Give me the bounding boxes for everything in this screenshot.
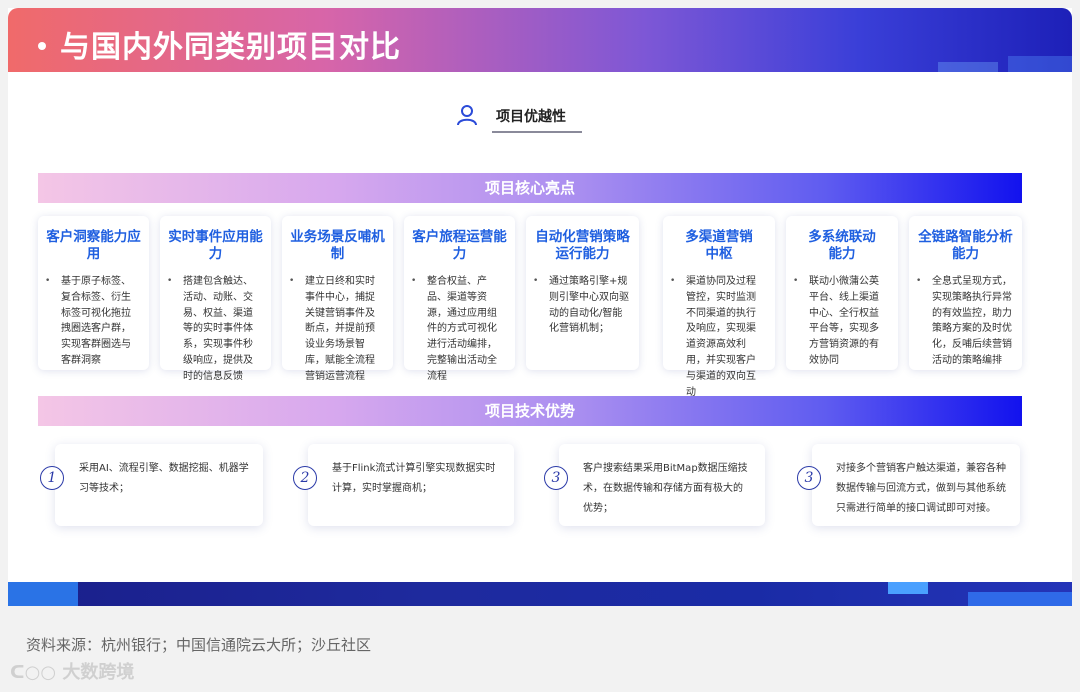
number-badge: 2 (293, 466, 317, 490)
title-decoration (1008, 56, 1072, 72)
title-decoration (938, 62, 998, 72)
highlight-body: • 联动小微蒲公英平台、线上渠道中心、全行权益平台等，实现多方营销资源的有效协同 (793, 276, 879, 366)
superiority-header: 项目优越性 (456, 104, 616, 134)
bullet-icon: • (167, 276, 173, 286)
advantage-card: 对接多个营销客户触达渠道，兼容各种数据传输与回流方式，做到与其他系统只需进行简单… (812, 444, 1020, 526)
highlight-body: • 渠道协同及过程管控，实时监测不同渠道的执行及响应，实现渠道资源高效利用，并实现… (670, 276, 756, 398)
bullet-icon: • (45, 276, 51, 286)
highlight-body: • 建立日终和实时事件中心，捕捉关键营销事件及断点，并提前预设业务场景智库，赋能全… (289, 276, 375, 382)
highlight-title: 客户旅程运营能力 (412, 229, 507, 262)
page-title: 与国内外同类别项目对比 (38, 22, 401, 66)
highlight-title: 多渠道营销中枢 (685, 229, 753, 262)
bullet-icon: • (289, 276, 295, 286)
page-title-text: 与国内外同类别项目对比 (60, 30, 401, 65)
advantage-text: 基于Flink流式计算引擎实现数据实时计算，实时掌握商机； (332, 463, 496, 494)
watermark: ᑕ○○ 大数跨境 (10, 658, 134, 684)
tech-band: 项目技术优势 (38, 396, 1022, 426)
highlight-body: • 全息式呈现方式，实现策略执行异常的有效监控，助力策略方案的及时优化，反哺后续营… (916, 276, 1012, 366)
highlight-card: 多渠道营销中枢 • 渠道协同及过程管控，实时监测不同渠道的执行及响应，实现渠道资源… (663, 216, 775, 398)
highlight-card: 客户洞察能力应用 • 基于原子标签、复合标签、衍生标签可视化拖拉拽圈选客户群，实现… (38, 216, 149, 370)
highlight-body: • 整合权益、产品、渠道等资源，通过应用组件的方式可视化进行活动编排，完整输出活动… (411, 276, 497, 382)
number-badge: 3 (544, 466, 568, 490)
number-badge: 1 (40, 466, 64, 490)
advantage-card: 客户搜索结果采用BitMap数据压缩技术，在数据传输和存储方面有极大的优势； (559, 444, 765, 526)
highlight-card: 自动化营销策略运行能力 • 通过策略引擎+规则引擎中心双向驱动的自动化/智能化营销… (526, 216, 639, 370)
highlight-title: 业务场景反哺机制 (290, 229, 385, 262)
footer-bar (8, 582, 1072, 606)
highlight-body: • 基于原子标签、复合标签、衍生标签可视化拖拉拽圈选客户群，实现客群圈选与客群洞察 (45, 276, 131, 366)
highlight-card: 客户旅程运营能力 • 整合权益、产品、渠道等资源，通过应用组件的方式可视化进行活动… (404, 216, 515, 382)
advantage-text: 对接多个营销客户触达渠道，兼容各种数据传输与回流方式，做到与其他系统只需进行简单… (836, 463, 1006, 514)
bullet-icon: • (793, 276, 799, 286)
advantage-text: 客户搜索结果采用BitMap数据压缩技术，在数据传输和存储方面有极大的优势； (583, 463, 748, 514)
highlight-card: 实时事件应用能力 • 搭建包含触达、活动、动账、交易、权益、渠道等的实时事件体系，… (160, 216, 271, 382)
highlight-title: 客户洞察能力应用 (46, 229, 141, 262)
user-icon (457, 105, 477, 126)
title-bar: 与国内外同类别项目对比 (8, 8, 1072, 72)
bullet-icon: • (916, 276, 922, 286)
advantage-card: 基于Flink流式计算引擎实现数据实时计算，实时掌握商机； (308, 444, 514, 526)
number-badge: 3 (797, 466, 821, 490)
highlight-body: • 搭建包含触达、活动、动账、交易、权益、渠道等的实时事件体系，实现事件秒级响应，… (167, 276, 253, 382)
highlight-card: 全链路智能分析能力 • 全息式呈现方式，实现策略执行异常的有效监控，助力策略方案的… (909, 216, 1022, 370)
header-underline (492, 131, 582, 133)
source-note: 资料来源：杭州银行；中国信通院云大所；沙丘社区 (26, 636, 372, 654)
bullet-icon: • (670, 276, 676, 286)
highlight-title: 自动化营销策略运行能力 (535, 229, 630, 262)
advantage-text: 采用AI、流程引擎、数据挖掘、机器学习等技术； (79, 463, 249, 494)
bullet-dot-icon (38, 41, 46, 50)
bullet-icon: • (533, 276, 539, 286)
footer-decoration (888, 582, 928, 594)
watermark-logo-icon: ᑕ○○ (10, 662, 63, 683)
highlight-card: 业务场景反哺机制 • 建立日终和实时事件中心，捕捉关键营销事件及断点，并提前预设业… (282, 216, 393, 382)
highlight-title: 全链路智能分析能力 (918, 229, 1013, 262)
highlight-card: 多系统联动能力 • 联动小微蒲公英平台、线上渠道中心、全行权益平台等，实现多方营销… (786, 216, 898, 370)
watermark-text: 大数跨境 (62, 662, 135, 683)
footer-decoration (8, 582, 78, 606)
slide: 与国内外同类别项目对比 项目优越性 项目核心亮点 客户洞察能力应用 • 基于原子标… (8, 8, 1072, 606)
highlight-body: • 通过策略引擎+规则引擎中心双向驱动的自动化/智能化营销机制； (533, 276, 629, 335)
footer-decoration (968, 592, 1072, 606)
advantage-card: 采用AI、流程引擎、数据挖掘、机器学习等技术； (55, 444, 263, 526)
highlight-title: 实时事件应用能力 (168, 229, 263, 262)
highlight-title: 多系统联动能力 (808, 229, 876, 262)
superiority-label: 项目优越性 (496, 109, 566, 125)
bullet-icon: • (411, 276, 417, 286)
highlights-band: 项目核心亮点 (38, 173, 1022, 203)
